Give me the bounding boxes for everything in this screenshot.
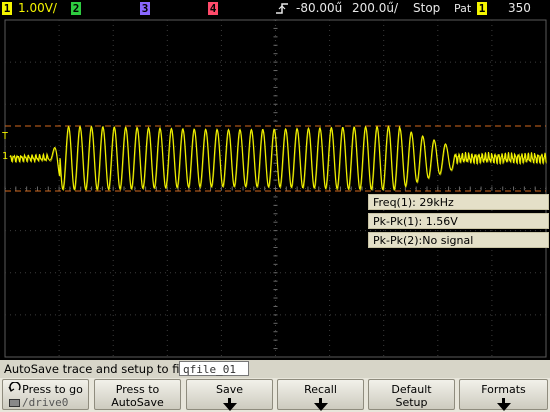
arrow-down-icon: [496, 403, 511, 411]
softkey-label: Recall: [304, 383, 337, 396]
trigger-label: Pat: [454, 2, 472, 15]
measurement-pkpk-ch2: Pk-Pk(2):No signal: [368, 232, 549, 248]
softkey-press-to-go[interactable]: Press to go /drive0: [2, 379, 89, 410]
softkey-save[interactable]: Save: [186, 379, 273, 411]
channel-1-indicator[interactable]: 1: [2, 2, 12, 15]
channel-1-ground-marker: 1: [2, 151, 9, 162]
softkey-press-to-autosave[interactable]: Press to AutoSave: [94, 379, 181, 410]
rotate-knob-icon: [8, 382, 21, 392]
channel-1-scale: 1.00V/: [18, 1, 57, 15]
run-state: Stop: [413, 1, 441, 15]
autosave-filename-field[interactable]: qfile_01: [179, 361, 249, 376]
arrow-down-icon: [222, 403, 237, 411]
softkey-label: Press to: [115, 383, 160, 396]
trigger-level-marker: T: [2, 131, 9, 142]
graticule: [4, 19, 547, 358]
softkey-formats[interactable]: Formats: [459, 379, 548, 411]
autosave-label: AutoSave trace and setup to file:: [4, 362, 194, 376]
channel-3-indicator[interactable]: 3: [140, 2, 150, 15]
softkey-label: Default: [391, 383, 432, 396]
channel-4-indicator[interactable]: 4: [208, 2, 218, 15]
channel-2-indicator[interactable]: 2: [71, 2, 81, 15]
time-scale: 200.0ű/: [352, 1, 399, 15]
softkey-label: Formats: [481, 383, 526, 396]
softkey-default-setup[interactable]: Default Setup: [368, 379, 455, 410]
time-offset: -80.00ű: [296, 1, 343, 15]
trigger-level: 350: [508, 1, 535, 15]
drive-icon: [9, 399, 20, 407]
waveform-display: T 1 Freq(1): 29kHz Pk-Pk(1): 1.56V Pk-Pk…: [0, 17, 550, 360]
softkey-label: Save: [215, 383, 243, 396]
arrow-down-icon: [313, 403, 328, 411]
measurement-pkpk-ch1: Pk-Pk(1): 1.56V: [368, 213, 549, 229]
trigger-edge-icon: [276, 3, 288, 14]
status-bar: 1 1.00V/ 2 3 4 -80.00ű 200.0ű/ Stop Pat …: [0, 0, 550, 17]
measurement-freq-ch1: Freq(1): 29kHz: [368, 194, 549, 210]
softkey-bar: Press to go /drive0 Press to AutoSave Sa…: [0, 378, 550, 412]
trigger-source-indicator: 1: [477, 2, 487, 15]
softkey-recall[interactable]: Recall: [277, 379, 364, 411]
autosave-line: AutoSave trace and setup to file: qfile_…: [0, 360, 550, 378]
softkey-sublabel: Setup: [395, 396, 428, 409]
softkey-sublabel: /drive0: [3, 396, 88, 409]
softkey-sublabel: AutoSave: [111, 396, 164, 409]
